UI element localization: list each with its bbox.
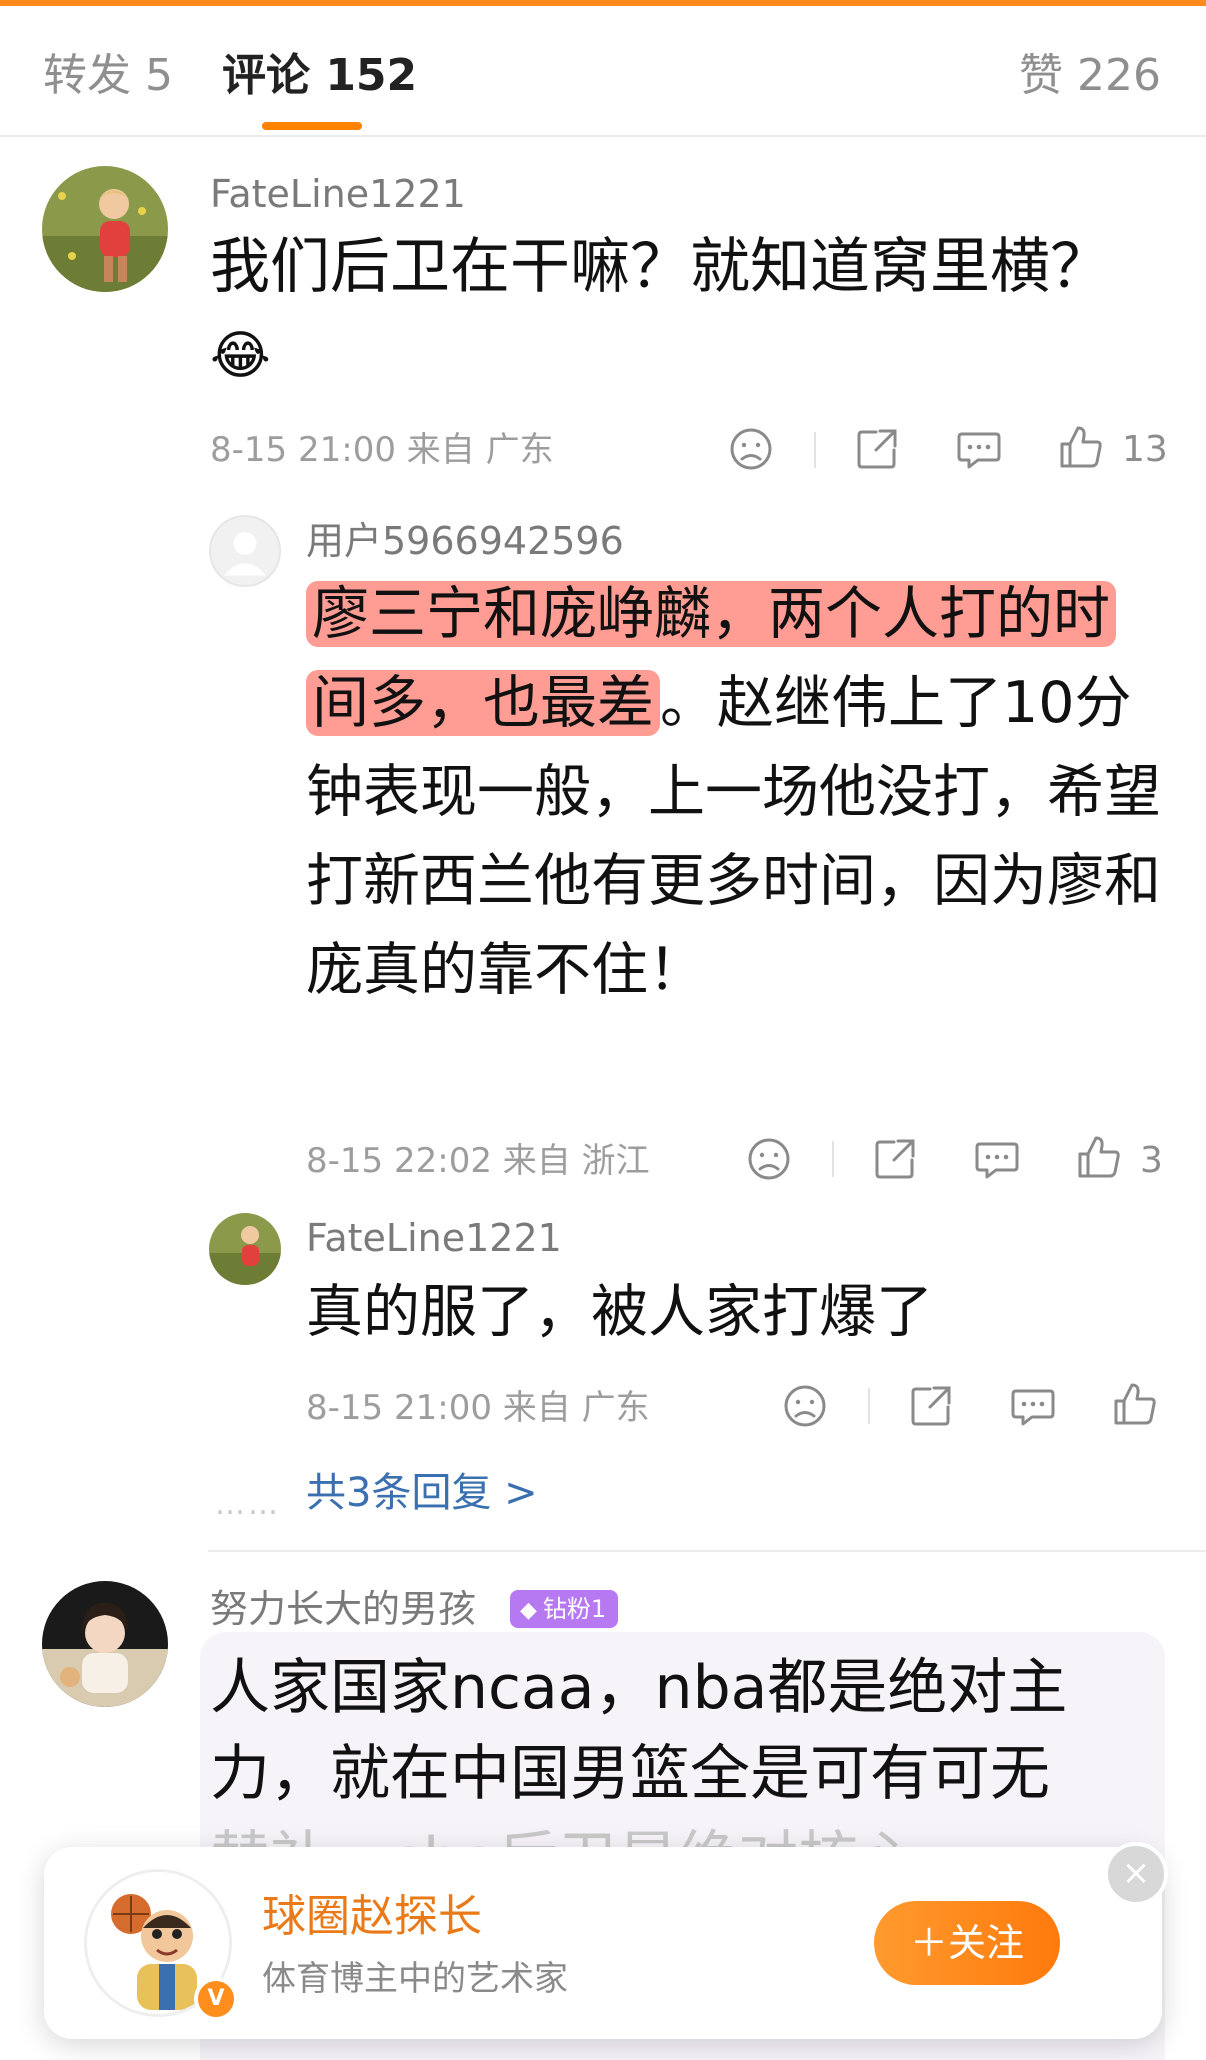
active-tab-indicator [262, 122, 362, 130]
comment-text-line: 力，就在中国男篮全是可有可无 [210, 1739, 1050, 1809]
reply-username[interactable]: 用户5966942596 [306, 517, 624, 565]
badge-label: 钻粉1 [542, 1595, 607, 1623]
like-count: 3 [1140, 1140, 1163, 1181]
comment-icon[interactable] [956, 426, 1002, 472]
blogger-description: 体育博主中的艺术家 [262, 1959, 568, 1999]
blogger-name[interactable]: 球圈赵探长 [262, 1889, 482, 1945]
more-replies-link[interactable]: 共3条回复 > [306, 1468, 538, 1518]
like-icon[interactable] [1058, 424, 1104, 470]
like-icon[interactable] [1076, 1134, 1122, 1180]
dislike-icon[interactable] [746, 1136, 792, 1182]
action-divider [832, 1141, 834, 1177]
reply-meta: 8-15 21:00 来自 广东 [306, 1388, 650, 1428]
tab-repost[interactable]: 转发 5 [43, 46, 173, 106]
verified-icon: V [194, 1977, 238, 2021]
dislike-icon[interactable] [728, 426, 774, 472]
diamond-icon: ◆ [520, 1598, 537, 1623]
comment-meta: 8-15 21:00 来自 广东 [210, 430, 554, 470]
like-icon[interactable] [1112, 1381, 1158, 1427]
tab-bar: 转发 5 评论 152 赞 226 [0, 6, 1206, 137]
avatar[interactable] [209, 515, 281, 587]
dislike-icon[interactable] [782, 1383, 828, 1429]
close-icon[interactable]: × [1104, 1842, 1168, 1906]
avatar[interactable] [42, 166, 168, 292]
fan-badge: ◆ 钻粉1 [510, 1590, 619, 1628]
share-icon[interactable] [908, 1383, 954, 1429]
avatar[interactable] [42, 1581, 168, 1707]
comment-text: 我们后卫在干嘛？就知道窝里横？ 😂 [210, 224, 1110, 399]
comment-text-line: 人家国家ncaa，nba都是绝对主 [210, 1653, 1068, 1723]
comment-icon[interactable] [974, 1136, 1020, 1182]
tab-comment[interactable]: 评论 152 [222, 46, 417, 106]
laugh-cry-emoji: 😂 [210, 326, 271, 386]
reply-meta: 8-15 22:02 来自 浙江 [306, 1141, 650, 1181]
reply-text: 真的服了，被人家打爆了 [306, 1279, 933, 1345]
reply-text: 廖三宁和庞峥麟，两个人打的时间多，也最差 。赵继伟上了10分钟表现一般，上一场他没… [306, 570, 1166, 1015]
like-count: 13 [1122, 429, 1168, 470]
comment-text-body: 我们后卫在干嘛？就知道窝里横？ [210, 232, 1110, 302]
comment-icon[interactable] [1010, 1383, 1056, 1429]
comment-username[interactable]: FateLine1221 [210, 170, 466, 218]
comment-divider [208, 1550, 1206, 1552]
reply-username[interactable]: FateLine1221 [306, 1214, 562, 1262]
action-divider [868, 1388, 870, 1424]
avatar[interactable] [209, 1213, 281, 1285]
share-icon[interactable] [872, 1136, 918, 1182]
comment-username[interactable]: 努力长大的男孩 [210, 1585, 476, 1633]
more-dots: …… [215, 1487, 281, 1522]
follow-card: V 球圈赵探长 体育博主中的艺术家 ＋关注 [44, 1847, 1162, 2039]
share-icon[interactable] [854, 426, 900, 472]
tab-like[interactable]: 赞 226 [1019, 46, 1161, 106]
follow-button[interactable]: ＋关注 [874, 1901, 1060, 1985]
action-divider [814, 432, 816, 468]
